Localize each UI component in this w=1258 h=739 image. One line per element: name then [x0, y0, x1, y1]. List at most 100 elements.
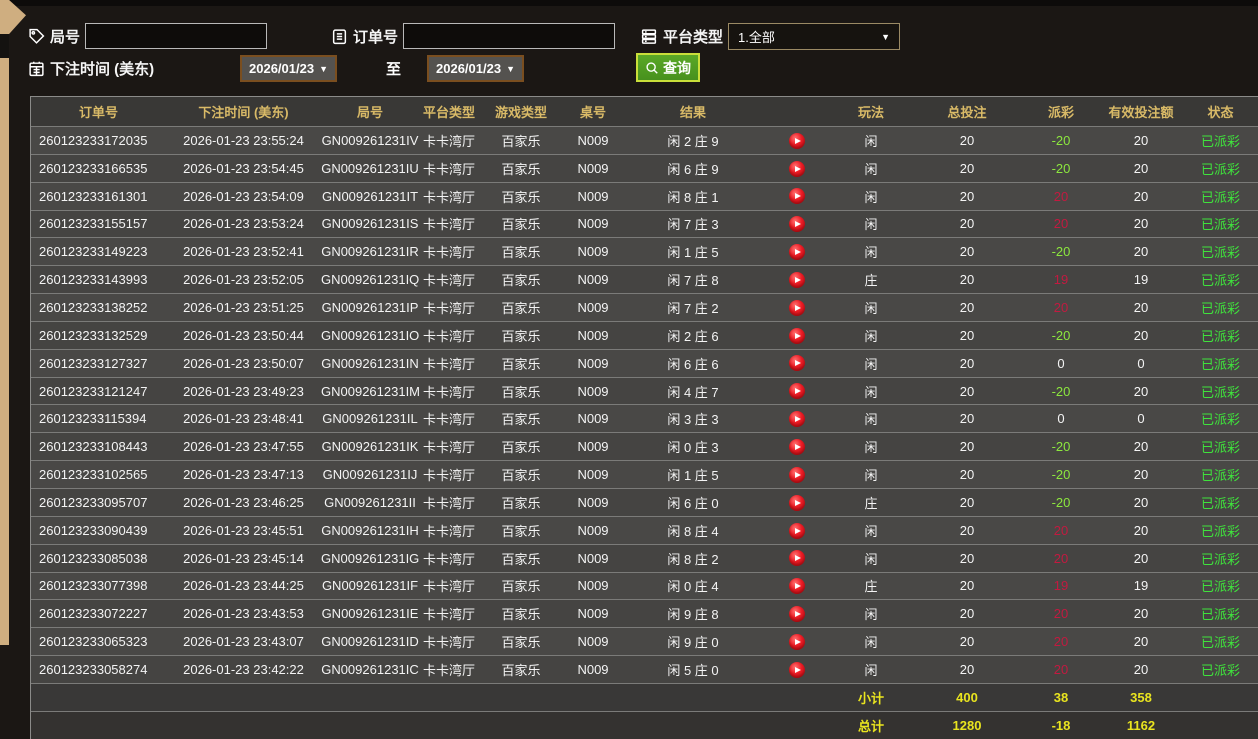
valid-bet-cell: 20	[1133, 216, 1149, 232]
table-row[interactable]: 260123233090439 2026-01-23 23:45:51 GN00…	[31, 515, 1258, 544]
total-payout: -18	[1051, 718, 1071, 733]
game-type-cell: 百家乐	[501, 523, 541, 539]
order-number-cell: 260123233127327	[39, 355, 148, 371]
status-badge: 已派彩	[1200, 635, 1240, 651]
table-row[interactable]: 260123233115394 2026-01-23 23:48:41 GN00…	[31, 404, 1258, 433]
table-row[interactable]: 260123233143993 2026-01-23 23:52:05 GN00…	[31, 265, 1258, 294]
play-icon[interactable]	[789, 244, 805, 261]
replay-cell	[763, 271, 831, 288]
table-number-cell: N009	[577, 467, 609, 483]
play-icon[interactable]	[789, 411, 805, 428]
table-row[interactable]: 260123233085038 2026-01-23 23:45:14 GN00…	[31, 543, 1258, 572]
bet-type-cell: 闲	[864, 635, 878, 651]
result-cell: 闲 9 庄 8	[667, 607, 719, 623]
table-number-cell: N009	[577, 327, 609, 343]
subtotal-row: 小计 400 38 358	[31, 683, 1258, 711]
order-number-cell: 260123233065323	[39, 634, 148, 650]
subtotal-valid-bet: 358	[1130, 690, 1152, 705]
bet-type-cell: 闲	[864, 551, 878, 567]
table-row[interactable]: 260123233161301 2026-01-23 23:54:09 GN00…	[31, 181, 1258, 210]
play-icon[interactable]	[789, 466, 805, 483]
date-to-value: 2026/01/23	[436, 61, 502, 76]
play-icon[interactable]	[789, 550, 805, 567]
table-row[interactable]: 260123233058274 2026-01-23 23:42:22 GN00…	[31, 655, 1258, 683]
table-row[interactable]: 260123233065323 2026-01-23 23:43:07 GN00…	[31, 627, 1258, 656]
bet-type-cell: 闲	[864, 133, 878, 149]
play-icon[interactable]	[789, 383, 805, 400]
play-icon[interactable]	[789, 132, 805, 149]
date-from-select[interactable]: 2026/01/23 ▼	[240, 55, 337, 82]
valid-bet-cell: 0	[1137, 355, 1145, 371]
total-bet-cell: 20	[959, 550, 975, 566]
date-to-select[interactable]: 2026/01/23 ▼	[427, 55, 524, 82]
header-platform-type: 平台类型	[422, 105, 475, 120]
order-number-cell: 260123233138252	[39, 299, 148, 315]
bet-time-cell: 2026-01-23 23:54:45	[183, 160, 304, 176]
order-number-input[interactable]	[403, 23, 616, 49]
bet-time-cell: 2026-01-23 23:53:24	[183, 216, 304, 232]
round-number-filter: 局号	[28, 23, 268, 49]
payout-cell: 20	[1053, 634, 1069, 650]
play-icon[interactable]	[789, 578, 805, 595]
round-number-cell: GN009261231IS	[321, 216, 419, 232]
platform-type-select[interactable]: 1.全部 ▼	[728, 23, 901, 50]
table-row[interactable]: 260123233108443 2026-01-23 23:47:55 GN00…	[31, 432, 1258, 461]
table-row[interactable]: 260123233155157 2026-01-23 23:53:24 GN00…	[31, 209, 1258, 238]
bet-time-cell: 2026-01-23 23:52:41	[183, 244, 304, 260]
table-row[interactable]: 260123233138252 2026-01-23 23:51:25 GN00…	[31, 293, 1258, 321]
table-number-cell: N009	[577, 634, 609, 650]
play-icon[interactable]	[789, 188, 805, 205]
play-icon[interactable]	[789, 606, 805, 623]
search-button[interactable]: 查询	[636, 53, 700, 82]
calendar-icon	[28, 60, 45, 77]
table-row[interactable]: 260123233166535 2026-01-23 23:54:45 GN00…	[31, 153, 1258, 182]
play-icon[interactable]	[789, 355, 805, 372]
table-row[interactable]: 260123233102565 2026-01-23 23:47:13 GN00…	[31, 460, 1258, 488]
total-bet-cell: 20	[959, 467, 975, 483]
bet-type-cell: 闲	[864, 300, 878, 316]
play-icon[interactable]	[789, 438, 805, 455]
bet-type-cell: 闲	[864, 412, 878, 428]
play-icon[interactable]	[789, 494, 805, 511]
play-icon[interactable]	[789, 327, 805, 344]
platform-type-cell: 卡卡湾厅	[422, 245, 475, 261]
header-table-number: 桌号	[579, 105, 606, 120]
platform-type-filter: 平台类型 1.全部 ▼	[640, 23, 901, 50]
bet-time-cell: 2026-01-23 23:43:07	[183, 634, 304, 650]
round-number-cell: GN009261231IT	[321, 188, 419, 204]
bet-type-cell: 闲	[864, 217, 878, 233]
play-icon[interactable]	[789, 522, 805, 539]
replay-cell	[763, 550, 831, 567]
platform-type-cell: 卡卡湾厅	[422, 300, 475, 316]
table-row[interactable]: 260123233121247 2026-01-23 23:49:23 GN00…	[31, 376, 1258, 405]
payout-cell: -20	[1051, 244, 1071, 260]
table-row[interactable]: 260123233172035 2026-01-23 23:55:24 GN00…	[31, 126, 1258, 154]
play-icon[interactable]	[789, 661, 805, 678]
table-row[interactable]: 260123233127327 2026-01-23 23:50:07 GN00…	[31, 348, 1258, 377]
play-icon[interactable]	[789, 271, 805, 288]
subtotal-label: 小计	[857, 691, 884, 706]
platform-type-cell: 卡卡湾厅	[422, 635, 475, 651]
payout-cell: -20	[1051, 494, 1071, 510]
round-number-input[interactable]	[85, 23, 268, 49]
play-icon[interactable]	[789, 216, 805, 233]
replay-cell	[763, 578, 831, 595]
table-row[interactable]: 260123233095707 2026-01-23 23:46:25 GN00…	[31, 487, 1258, 516]
play-icon[interactable]	[789, 633, 805, 650]
replay-cell	[763, 411, 831, 428]
table-row[interactable]: 260123233132529 2026-01-23 23:50:44 GN00…	[31, 320, 1258, 349]
play-icon[interactable]	[789, 160, 805, 177]
table-row[interactable]: 260123233149223 2026-01-23 23:52:41 GN00…	[31, 237, 1258, 266]
betting-records-page: 局号 订单号 平台类型 1.全部 ▼ 下注时间 (美东) 2026/01/23 …	[0, 0, 1258, 739]
payout-cell: -20	[1051, 467, 1071, 483]
table-row[interactable]: 260123233077398 2026-01-23 23:44:25 GN00…	[31, 571, 1258, 600]
header-status: 状态	[1207, 105, 1234, 120]
status-badge: 已派彩	[1200, 161, 1240, 177]
play-icon[interactable]	[789, 299, 805, 316]
valid-bet-cell: 20	[1133, 327, 1149, 343]
order-number-cell: 260123233143993	[39, 272, 148, 288]
payout-cell: 20	[1053, 606, 1069, 622]
payout-cell: -20	[1051, 439, 1071, 455]
table-row[interactable]: 260123233072227 2026-01-23 23:43:53 GN00…	[31, 599, 1258, 628]
bet-type-cell: 闲	[864, 189, 878, 205]
